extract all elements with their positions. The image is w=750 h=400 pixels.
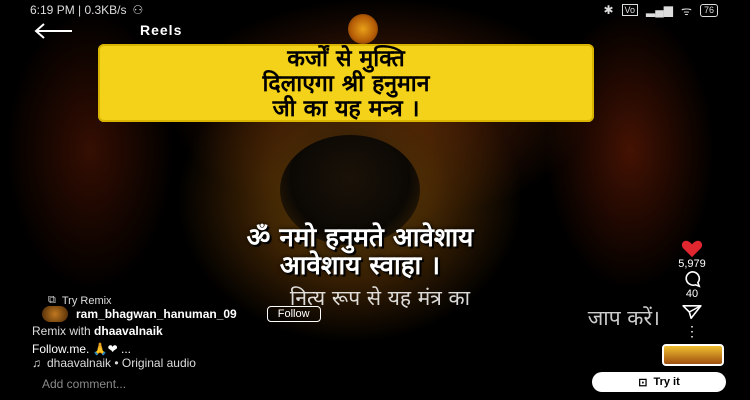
comment-bubble-icon[interactable] <box>681 270 703 288</box>
comment-action: 40 <box>662 270 722 300</box>
audio-label: dhaavalnaik • Original audio <box>47 356 196 370</box>
music-icon: ♫ <box>32 356 41 370</box>
battery-level: 76 <box>703 4 714 15</box>
avatar[interactable] <box>42 306 68 322</box>
more-options-icon[interactable]: ⋮ <box>662 324 722 338</box>
remix-user[interactable]: dhaavalnaik <box>94 324 163 338</box>
reel-caption[interactable]: Follow.me. 🙏❤ ... <box>32 342 131 356</box>
vowifi-icon: Vo <box>621 4 639 16</box>
banner-line: जी का यह मन्त्र । <box>272 96 420 122</box>
mantra-line: आवेशाय स्वाहा । <box>279 251 441 281</box>
follow-button[interactable]: Follow <box>266 306 321 322</box>
page-title: Reels <box>140 22 183 38</box>
try-it-button[interactable]: ⊡ Try it <box>592 372 726 392</box>
like-count: 5,979 <box>678 258 706 270</box>
bluetooth-icon: ✱ <box>603 3 614 17</box>
battery-icon: 76 <box>699 3 718 17</box>
remix-prefix: Remix with <box>32 324 91 338</box>
add-comment-input[interactable] <box>40 374 464 394</box>
wifi-icon: ᯤ <box>681 3 692 18</box>
audio-thumbnail[interactable] <box>662 344 724 366</box>
headline-banner: कर्जों से मुक्ति दिलाएगा श्री हनुमान जी … <box>98 44 594 122</box>
remix-credit[interactable]: Remix with dhaavalnaik <box>32 324 163 338</box>
comment-count: 40 <box>685 288 699 300</box>
try-remix-label: Try Remix <box>61 294 112 307</box>
audio-link[interactable]: ♫ dhaavalnaik • Original audio <box>32 356 196 370</box>
signal-icon: ▂▄▆ <box>646 3 674 17</box>
banner-line: दिलाएगा श्री हनुमान <box>262 71 430 97</box>
like-action: 5,979 <box>662 240 722 270</box>
send-icon[interactable] <box>681 304 703 320</box>
author-row: ram_bhagwan_hanuman_09 Follow <box>42 306 321 322</box>
status-time-speed: 6:19 PM | 0.3KB/s <box>30 3 127 17</box>
status-bar: 6:19 PM | 0.3KB/s ⚇ ✱ Vo ▂▄▆ ᯤ 76 <box>0 0 750 20</box>
more-action: ⋮ <box>662 324 722 338</box>
author-username[interactable]: ram_bhagwan_hanuman_09 <box>76 307 237 321</box>
hanuman-emblem-icon <box>348 14 378 44</box>
notification-icon: ⚇ <box>132 3 144 17</box>
camera-icon: ⊡ <box>638 376 648 389</box>
banner-line: कर्जों से मुक्ति <box>287 46 405 72</box>
try-it-label: Try it <box>653 376 680 388</box>
share-action <box>662 304 722 320</box>
heart-icon[interactable] <box>680 240 704 258</box>
back-arrow-icon[interactable] <box>32 22 76 40</box>
